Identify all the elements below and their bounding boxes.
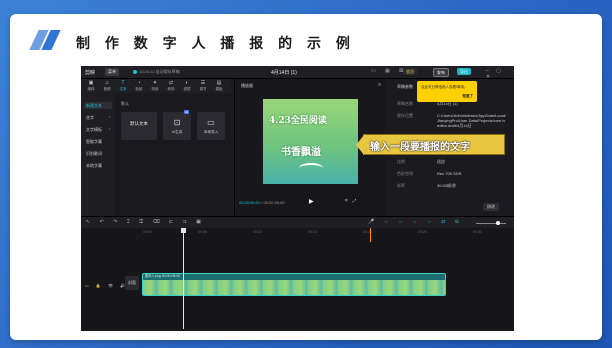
ai-badge: AI	[184, 110, 189, 114]
video-clip[interactable]: 图片1.png 00:00:05:00	[142, 273, 446, 296]
category-lyrics[interactable]: 识别歌词	[84, 150, 112, 157]
player-header: 播放器	[241, 83, 253, 88]
transition-icon: ⇄	[168, 80, 174, 86]
time-ruler: 00:00 00:05 00:10 00:15 00:20 00:25 00:3…	[143, 230, 482, 234]
category-new-text[interactable]: 新建文本	[84, 102, 112, 109]
play-icon[interactable]: ▶	[309, 198, 314, 205]
category-local-subtitle[interactable]: 本地字幕	[84, 162, 112, 169]
prop-value: Rec.709 SDR	[437, 171, 462, 176]
tool-adjust[interactable]: ☰ 调节	[197, 80, 209, 92]
app-logo: 剪映	[85, 70, 96, 76]
export-button[interactable]: 导出	[457, 68, 471, 75]
tool-template[interactable]: ▤ 模板	[213, 80, 225, 92]
tool-transition[interactable]: ⇄ 转场	[165, 80, 177, 92]
video-editor-window: 剪映 菜单 13:24:12 自动保存草稿 4月14日 (1) ▭ ▦ ⌨ 会员…	[81, 66, 514, 331]
video-title-line2: 书香飘溢	[281, 147, 321, 158]
slide-heading: 制 作 数 字 人 播 报 的 示 例	[76, 36, 355, 52]
share-tooltip: 点此可分享给他人查看/审阅。 知道了	[417, 81, 477, 102]
timeline-snap-icons[interactable]: 🎤 ⇔ ⇔ ⇔ ⇔ ⇄ ⊖	[368, 219, 463, 225]
effects-icon: ✦	[152, 80, 158, 86]
tool-audio[interactable]: ♫ 音频	[101, 80, 113, 92]
media-toolbar: ▣ 媒体 ♫ 音频 T 文本 ◔ 贴纸 ✦ 特效 ⇄ 转场 ◐ 滤镜 ☰ 调节 ▤ 模板	[81, 79, 231, 93]
clip-thumbnails	[143, 280, 445, 295]
prop-label: 色彩空间	[397, 171, 413, 176]
menu-button[interactable]: 菜单	[105, 68, 119, 76]
prop-label: 比例	[397, 159, 405, 164]
video-title-line1: 4.23全民阅读	[269, 116, 327, 126]
prop-label: 帧率	[397, 183, 405, 188]
timeline-edit-icons[interactable]: ↖ ↶ ↷ ⌶ ⎅ ⌫ ⊏ ⊐ ▣	[86, 219, 205, 225]
timeline-toolbar: ↖ ↶ ↷ ⌶ ⎅ ⌫ ⊏ ⊐ ▣ 🎤 ⇔ ⇔ ⇔ ⇔ ⇄ ⊖	[81, 216, 514, 228]
timecode: 00:00:00:21 / 00:00:05:00	[239, 200, 285, 205]
tooltip-confirm-button[interactable]: 知道了	[463, 94, 474, 99]
prop-label: 保存位置	[397, 113, 413, 118]
adjust-icon: ☰	[200, 80, 206, 86]
chevron-right-icon: ›	[108, 127, 110, 131]
autosave-status-icon	[133, 70, 137, 74]
heading-stripes-decoration	[29, 30, 70, 50]
ai-text-icon: ⊡	[173, 118, 181, 127]
title-bar: 剪映 菜单 13:24:12 自动保存草稿 4月14日 (1) ▭ ▦ ⌨ 会员…	[81, 66, 514, 80]
book-icon	[299, 163, 323, 173]
clip-label: 图片1.png 00:00:05:00	[145, 274, 181, 278]
track-controls[interactable]: ▭ 🔒 👁 🔊	[85, 283, 128, 288]
sticker-icon: ◔	[137, 80, 141, 86]
cover-button[interactable]: 封面	[125, 276, 139, 290]
edit-button[interactable]: 修改	[483, 203, 499, 211]
zoom-slider[interactable]	[476, 221, 506, 225]
tool-effects[interactable]: ✦ 特效	[149, 80, 161, 92]
marker	[370, 228, 371, 242]
asset-card-ai[interactable]: AI ⊡ AI生成	[163, 110, 191, 140]
prop-value: 适应	[437, 159, 445, 164]
chevron-right-icon: ›	[108, 115, 110, 119]
asset-card-default-text[interactable]: 默认文本	[121, 112, 157, 140]
playhead[interactable]	[181, 228, 186, 329]
menu-icon[interactable]: ≡	[378, 82, 381, 88]
video-preview[interactable]: 4.23全民阅读 书香飘溢	[263, 99, 358, 184]
tool-media[interactable]: ▣ 媒体	[85, 80, 97, 92]
media-icon: ▣	[88, 80, 94, 86]
fullscreen-icon[interactable]: ⌗ ⤢	[345, 198, 358, 203]
prop-value: 30.00帧/秒	[437, 183, 457, 188]
audio-icon: ♫	[105, 80, 109, 86]
instruction-callout: 输入一段要播报的文字	[356, 134, 505, 155]
project-title: 4月14日 (1)	[271, 70, 297, 76]
properties-header: 草稿参数	[397, 84, 413, 89]
autosave-status: 13:24:12 自动保存草稿	[139, 69, 180, 74]
filter-icon: ◐	[185, 80, 189, 86]
tool-sticker[interactable]: ◔ 贴纸	[133, 80, 145, 92]
prop-label: 草稿名称	[397, 101, 413, 106]
prop-value: C:/Users/Administrator/AppData/Local/Jia…	[437, 113, 506, 128]
category-fancy-text[interactable]: 花字 ›	[84, 114, 112, 121]
category-smart-subtitle[interactable]: 智能字幕	[84, 138, 112, 145]
pro-button[interactable]: 会员	[403, 68, 417, 75]
asset-card-import[interactable]: ▭ 本地导入	[197, 112, 225, 140]
tool-filter[interactable]: ◐ 滤镜	[181, 80, 193, 92]
template-icon: ▤	[216, 80, 222, 86]
player-controls: 00:00:00:21 / 00:00:05:00 ▶ ⌗ ⤢	[235, 197, 385, 209]
assets-section-label: 默认	[121, 101, 129, 106]
folder-icon: ▭	[207, 118, 215, 127]
timeline: 00:00 00:05 00:10 00:15 00:20 00:25 00:3…	[81, 228, 514, 331]
category-text-template[interactable]: 文字模板 ›	[84, 126, 112, 133]
text-icon: T	[121, 80, 125, 86]
share-button[interactable]: 发布	[433, 68, 449, 77]
tool-text[interactable]: T 文本	[117, 80, 129, 92]
